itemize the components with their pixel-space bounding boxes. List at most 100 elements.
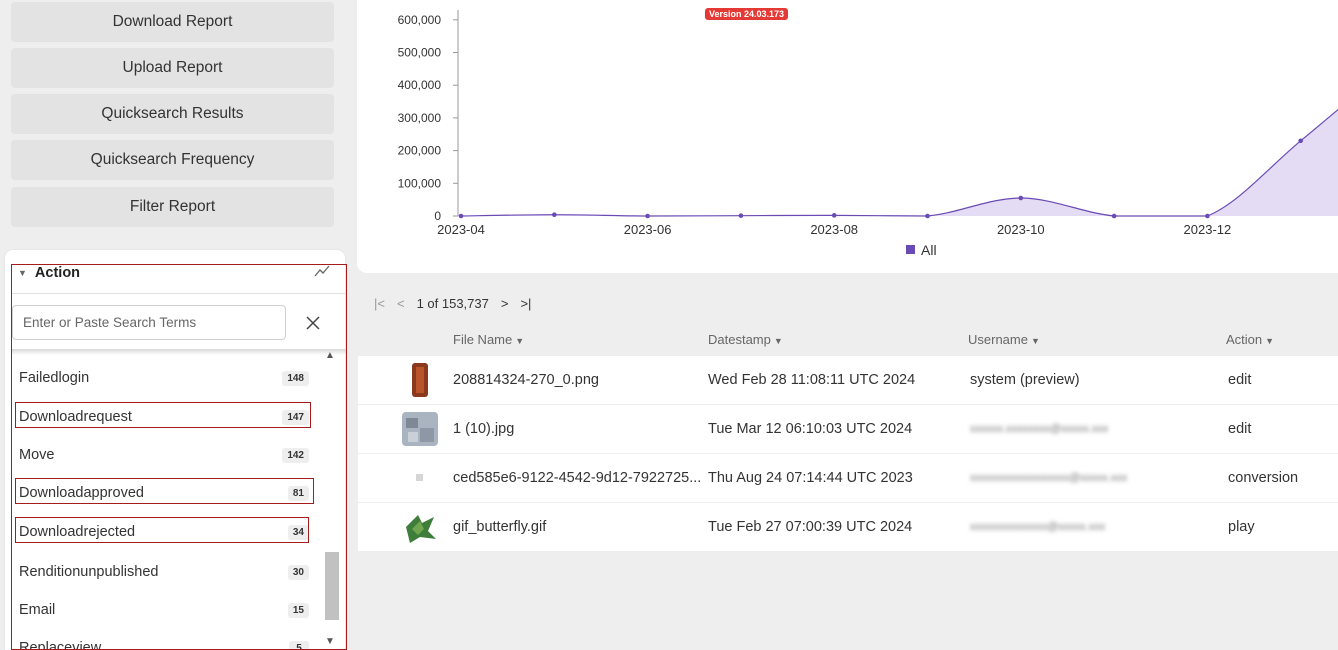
legend-label: All [921,242,937,258]
x-tick-label: 2023-04 [437,222,485,237]
facet-item-label: Move [19,447,55,463]
collapse-caret-icon[interactable]: ▼ [18,268,27,278]
left-panel: Download Report Upload Report Quicksearc… [0,0,347,650]
facet-item[interactable]: Downloadrequest 147 [19,406,309,428]
pagination: |< < 1 of 153,737 > >| [374,294,543,312]
series-line [460,108,1338,217]
data-point [738,213,744,218]
x-tick-label: 2023-08 [810,222,858,237]
file-name-cell[interactable]: ced585e6-9122-4542-9d12-7922725... [453,454,708,502]
trend-chart-icon[interactable] [314,264,330,282]
facet-item-count-badge: 148 [282,370,309,386]
sort-caret-icon: ▼ [515,336,525,346]
facet-item-count-badge: 30 [287,564,309,580]
y-tick-label: 300,000 [398,111,442,125]
facet-item[interactable]: Renditionunpublished 30 [19,561,309,583]
page-indicator: 1 of 153,737 [416,295,489,311]
column-header-file-name[interactable]: File Name ▼ [453,332,524,347]
facet-item-count-badge: 5 [289,640,309,650]
facet-item[interactable]: Downloadapproved 81 [19,482,309,504]
datestamp-cell: Tue Mar 12 06:10:03 UTC 2024 [708,421,913,437]
data-point [1111,213,1117,219]
clear-search-icon[interactable] [300,310,326,336]
data-point [925,213,930,219]
facet-title: Action [34,265,81,281]
data-point [552,212,557,217]
x-tick-label: 2023-12 [1184,222,1232,237]
last-page-button[interactable]: >| [520,296,531,311]
table-row[interactable]: ced585e6-9122-4542-9d12-7922725... Thu Au… [358,454,1338,502]
scrollbar-thumb[interactable] [325,552,339,620]
file-name-cell[interactable]: 208814324-270_0.png [453,356,708,404]
scroll-up-icon[interactable]: ▲ [325,350,335,361]
table-row[interactable]: gif_butterfly.gif Tue Feb 27 07:00:39 UTC… [358,503,1338,551]
file-thumbnail[interactable] [400,458,440,498]
facet-item-label: Downloadrequest [19,409,132,425]
facet-item-label: Downloadapproved [19,485,144,501]
facet-item-count-badge: 142 [282,447,309,463]
facet-item-count-badge: 15 [287,602,309,618]
data-point [458,213,464,219]
facet-item-label: Email [19,602,56,618]
facet-search-input[interactable] [12,305,286,340]
download-report-button[interactable]: Download Report [11,2,334,42]
facet-item[interactable]: Email 15 [19,599,309,621]
x-tick-label: 2023-10 [997,222,1045,237]
table-header: File Name ▼ Datestamp ▼ Username ▼ Action ▼ [358,328,1338,352]
version-badge: Version 24.03.173 [705,8,789,20]
list-shadow [12,349,346,355]
file-thumbnail[interactable] [400,507,440,547]
divider [12,293,346,294]
quicksearch-frequency-button[interactable]: Quicksearch Frequency [11,140,334,180]
data-point [1205,213,1210,219]
username-cell: xxxxxxxxxxxxxx@xxxxx.xxx [970,521,1106,533]
first-page-button[interactable]: |< [374,296,385,311]
timeline-chart[interactable]: 0 100,000 200,000 300,000 400,000 500,000 600,… [357,0,1338,273]
datestamp-cell: Thu Aug 24 07:14:44 UTC 2023 [708,470,913,486]
y-tick-label: 400,000 [398,78,442,92]
facet-item-label: Renditionunpublished [19,564,159,580]
data-point [645,213,650,219]
datestamp-cell: Wed Feb 28 11:08:11 UTC 2024 [708,372,916,388]
facet-item-label: Downloadrejected [19,524,136,540]
table-row[interactable]: 1 (10).jpg Tue Mar 12 06:10:03 UTC 2024 xx… [358,405,1338,453]
action-cell: edit [1228,372,1252,388]
data-point [831,213,837,218]
action-cell: conversion [1228,470,1299,486]
scroll-down-icon[interactable]: ▼ [325,636,335,647]
file-name-cell[interactable]: 1 (10).jpg [453,405,708,453]
file-thumbnail[interactable] [400,409,440,449]
file-name-cell[interactable]: gif_butterfly.gif [453,503,708,551]
quicksearch-results-button[interactable]: Quicksearch Results [11,94,334,134]
next-page-button[interactable]: > [501,296,509,311]
y-tick-label: 600,000 [398,13,442,27]
facet-item[interactable]: Move 142 [19,444,309,466]
data-point [1018,195,1024,201]
table-row[interactable]: 208814324-270_0.png Wed Feb 28 11:08:11 U… [358,356,1338,404]
y-tick-label: 100,000 [398,176,442,190]
filter-report-button[interactable]: Filter Report [11,187,334,227]
upload-report-button[interactable]: Upload Report [11,48,334,88]
facet-item[interactable]: Replaceview 5 [19,637,309,650]
column-header-action[interactable]: Action ▼ [1226,332,1274,347]
legend-swatch [906,245,915,254]
sort-caret-icon: ▼ [1030,336,1040,346]
action-facet-header[interactable]: ▼ Action [18,262,330,284]
column-header-username[interactable]: Username ▼ [968,332,1040,347]
facet-item-count-badge: 147 [282,409,309,425]
datestamp-cell: Tue Feb 27 07:00:39 UTC 2024 [708,519,913,535]
prev-page-button[interactable]: < [397,296,405,311]
username-cell: xxxxxxxxxxxxxxxxxx@xxxxx.xxx [970,472,1128,484]
username-cell: xxxxxx.xxxxxxxx@xxxxx.xxx [970,423,1109,435]
facet-item[interactable]: Downloadrejected 34 [19,521,309,543]
facet-item-count-badge: 81 [287,485,309,501]
action-cell: play [1228,519,1255,535]
sort-caret-icon: ▼ [1265,336,1275,346]
chart-card: 0 100,000 200,000 300,000 400,000 500,000 600,… [357,0,1338,273]
y-tick-label: 200,000 [398,144,442,158]
column-header-datestamp[interactable]: Datestamp ▼ [708,332,783,347]
facet-item[interactable]: Failedlogin 148 [19,367,309,389]
file-thumbnail[interactable] [400,360,440,400]
facet-item-count-badge: 34 [287,524,309,540]
y-tick-label: 500,000 [398,46,442,60]
